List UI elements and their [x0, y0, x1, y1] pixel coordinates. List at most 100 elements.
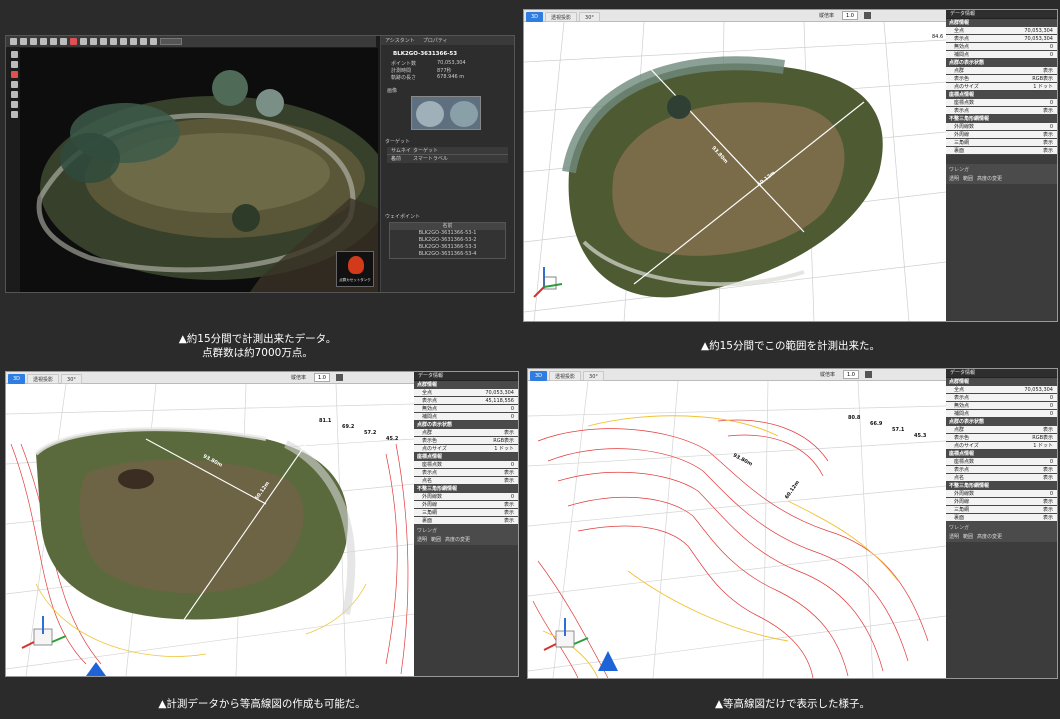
panel-sections: 点群情報 全点 70,053,304 表示点 0 無効点 0 補間点 0 点群の表示状態…	[946, 378, 1057, 522]
contour-label: 66.9	[870, 421, 883, 427]
contour-only-view[interactable]	[528, 381, 946, 678]
list-item[interactable]: BLK2GO-3631366-53-1	[390, 230, 505, 237]
tab-3d[interactable]: 3D	[526, 11, 544, 22]
viewer-3d-bottom-left: 3D 透視投影 30° 縦倍率 1.0 81.1 69.2 57.2 45.2 …	[5, 371, 519, 677]
grid-3d-view[interactable]	[524, 22, 946, 322]
elevation-button[interactable]: 高度の変更	[445, 536, 470, 543]
walk-icon[interactable]	[10, 91, 18, 98]
tab-angle[interactable]: 30°	[583, 370, 604, 381]
grid-icon[interactable]	[40, 38, 47, 45]
fly-icon[interactable]	[10, 101, 18, 108]
point-cloud-view[interactable]	[20, 48, 378, 292]
panel-sections: 点群情報 全点 70,053,304 表示点 45,118,556 無効点 0 補間点…	[414, 381, 518, 525]
orbit-icon[interactable]	[10, 71, 18, 78]
caption-bottom-right: ▲等高線図だけで表示した様子。	[714, 698, 871, 710]
caption-top-left: ▲約15分間で計測出来たデータ。 点群数は約7000万点。	[178, 333, 337, 359]
save-icon[interactable]	[20, 38, 27, 45]
viewer-3d-top-right: 3D 透視投影 30° 縦倍率 1.0 84.6 93.80m 60.12m デ…	[523, 9, 1058, 322]
main-toolbar	[6, 36, 376, 47]
data-info-panel: データ情報 点群情報 全点 70,053,304 表示点 45,118,556 無効…	[414, 372, 518, 676]
waypoint-label: ウェイポイント	[385, 214, 421, 220]
viewer-toolbar: 3D 透視投影 30° 縦倍率 1.0	[528, 369, 946, 381]
contour-label: 80.8	[848, 415, 861, 421]
home-icon[interactable]	[864, 12, 871, 19]
menu-assistant[interactable]: アシスタント	[385, 37, 415, 44]
open-icon[interactable]	[10, 38, 17, 45]
section-title: 座標点情報	[946, 91, 1057, 99]
section-title: 点群情報	[946, 378, 1057, 386]
box-icon[interactable]	[140, 38, 147, 45]
tab-perspective[interactable]: 透視投影	[549, 370, 582, 381]
section-title: 点群情報	[414, 381, 518, 389]
home-icon[interactable]	[865, 371, 872, 378]
ruler-icon[interactable]	[90, 38, 97, 45]
section-title: 点群の表示状態	[946, 59, 1057, 67]
tab-angle[interactable]: 30°	[579, 11, 600, 22]
caption-bottom-left: ▲計測データから等高線図の作成も可能だ。	[158, 698, 366, 710]
section-title: 点群の表示状態	[414, 421, 518, 429]
list-item[interactable]: BLK2GO-3631366-53-2	[390, 237, 505, 244]
panorama-thumbnail[interactable]	[411, 96, 481, 130]
view-select[interactable]	[160, 38, 182, 45]
section-title: 点群の表示状態	[946, 418, 1057, 426]
properties-panel: アシスタント プロパティ BLK2GO-3631366-53 ポイント数 70,0…	[380, 36, 514, 292]
viewer-3d-bottom-right: 3D 透視投影 30° 縦倍率 1.0 80.8 66.9 57.1 45.3 …	[527, 368, 1058, 679]
menu-properties[interactable]: プロパティ	[423, 37, 448, 44]
zoom-input[interactable]: 1.0	[842, 11, 858, 20]
transparent-button[interactable]: 透明	[949, 175, 959, 182]
section-title: 点群情報	[946, 19, 1057, 27]
waypoint-list: 名前 BLK2GO-3631366-53-1 BLK2GO-3631366-53…	[389, 222, 506, 259]
panel-footer: ワレンガ 透明 範囲 高度の変更	[414, 525, 518, 545]
select-icon[interactable]	[10, 51, 18, 58]
camera-icon[interactable]	[80, 38, 87, 45]
section-title: 不整三角形網情報	[946, 482, 1057, 490]
panel-title: データ情報	[946, 10, 1057, 19]
data-info-panel: データ情報 点群情報 全点 70,053,304 表示点 70,053,304 無効…	[946, 10, 1057, 321]
layer-icon[interactable]	[50, 38, 57, 45]
panel-title: データ情報	[414, 372, 518, 381]
panel-title: データ情報	[946, 369, 1057, 378]
viewer-toolbar: 3D 透視投影 30° 縦倍率 1.0	[6, 372, 414, 384]
transparent-button[interactable]: 透明	[949, 533, 959, 540]
elevation-button[interactable]: 高度の変更	[977, 533, 1002, 540]
target-label: ターゲット	[385, 139, 411, 145]
list-item[interactable]: BLK2GO-3631366-53-4	[390, 251, 505, 258]
zoom-icon[interactable]	[10, 81, 18, 88]
transparent-button[interactable]: 透明	[417, 536, 427, 543]
home-icon[interactable]	[336, 374, 343, 381]
tab-perspective[interactable]: 透視投影	[27, 373, 60, 384]
tab-angle[interactable]: 30°	[61, 373, 82, 384]
badge: 点群カセットタンク	[336, 251, 374, 287]
caption-top-right: ▲約15分間でこの範囲を計測出来た。	[701, 340, 880, 352]
range-button[interactable]: 範囲	[431, 536, 441, 543]
tag-icon[interactable]	[130, 38, 137, 45]
viewer-dark-app: 点群カセットタンク アシスタント プロパティ BLK2GO-3631366-53…	[5, 35, 515, 293]
image-label: 画像	[387, 88, 398, 94]
contour-label: 45.3	[914, 433, 927, 439]
range-button[interactable]: 範囲	[963, 175, 973, 182]
pen-icon[interactable]	[100, 38, 107, 45]
range-button[interactable]: 範囲	[963, 533, 973, 540]
list-item[interactable]: BLK2GO-3631366-53-3	[390, 244, 505, 251]
target-icon[interactable]	[70, 38, 77, 45]
fit-icon[interactable]	[10, 111, 18, 118]
cube-icon[interactable]	[110, 38, 117, 45]
panel-footer: ワレンガ 透明 範囲 高度の変更	[946, 522, 1057, 542]
tab-3d[interactable]: 3D	[530, 370, 548, 381]
data-info-panel: データ情報 点群情報 全点 70,053,304 表示点 0 無効点 0 補間点 0 点…	[946, 369, 1057, 678]
pan-icon[interactable]	[10, 61, 18, 68]
scan-title: BLK2GO-3631366-53	[393, 51, 458, 57]
view-icon[interactable]	[120, 38, 127, 45]
zoom-input[interactable]: 1.0	[314, 373, 330, 382]
elevation-button[interactable]: 高度の変更	[977, 175, 1002, 182]
settings-icon[interactable]	[150, 38, 157, 45]
zoom-input[interactable]: 1.0	[843, 370, 859, 379]
measure-icon[interactable]	[60, 38, 67, 45]
viewer-toolbar: 3D 透視投影 30° 縦倍率 1.0	[524, 10, 946, 22]
tab-3d[interactable]: 3D	[8, 373, 26, 384]
cut-icon[interactable]	[30, 38, 37, 45]
panel-menu: アシスタント プロパティ	[381, 36, 514, 45]
tab-perspective[interactable]: 透視投影	[545, 11, 578, 22]
contour-label: 69.2	[342, 424, 355, 430]
prop-list: ポイント数 70,053,304 計測時間 877秒 軌跡の長さ 678.946 m	[391, 60, 466, 81]
